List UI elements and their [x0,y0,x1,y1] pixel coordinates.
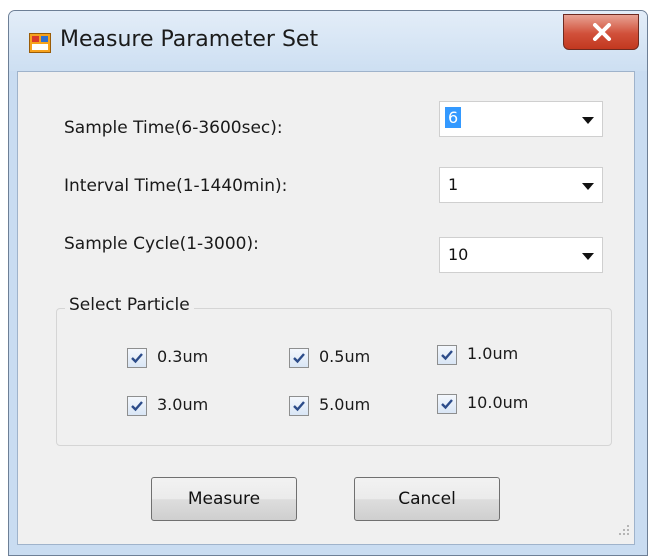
checkbox-label: 10.0um [467,393,529,412]
checkbox-label: 3.0um [157,395,209,414]
checkbox-label: 1.0um [467,344,519,363]
window-title: Measure Parameter Set [60,27,319,52]
sample-cycle-combo[interactable]: 10 [439,237,603,273]
group-title: Select Particle [65,295,194,315]
checkmark-icon [131,353,143,364]
checkbox-box[interactable] [437,394,457,414]
checkbox-label: 0.5um [319,347,371,366]
sample-cycle-label: Sample Cycle(1-3000): [64,234,259,254]
checkbox-box[interactable] [289,396,309,416]
sample-time-value: 6 [445,107,462,128]
checkbox-label: 0.3um [157,347,209,366]
checkbox-box[interactable] [127,348,147,368]
checkbox-box[interactable] [127,396,147,416]
dropdown-arrow-icon[interactable] [582,253,594,260]
title-bar[interactable]: Measure Parameter Set [9,11,647,71]
sample-time-label: Sample Time(6-3600sec): [64,118,283,138]
dialog-client-area: Sample Time(6-3600sec): 6 Interval Time(… [17,71,635,545]
select-particle-group [56,308,612,446]
measure-parameter-dialog: Measure Parameter Set Sample Time(6-3600… [8,10,648,556]
cancel-button[interactable]: Cancel [354,477,500,521]
dropdown-arrow-icon[interactable] [582,183,594,190]
dropdown-arrow-icon[interactable] [582,117,594,124]
checkmark-icon [441,399,453,410]
checkbox-box[interactable] [289,348,309,368]
sample-time-combo[interactable]: 6 [439,101,603,137]
checkmark-icon [131,401,143,412]
checkbox-label: 5.0um [319,395,371,414]
interval-time-value: 1 [448,175,459,194]
resize-grip-icon[interactable] [618,521,630,540]
interval-time-combo[interactable]: 1 [439,167,603,203]
close-button[interactable] [563,14,639,50]
close-x-icon [593,23,611,41]
checkmark-icon [293,401,305,412]
checkbox-box[interactable] [437,345,457,365]
form-icon [29,33,51,53]
sample-cycle-value: 10 [448,245,469,264]
measure-button[interactable]: Measure [151,477,297,521]
checkmark-icon [441,350,453,361]
checkmark-icon [293,353,305,364]
interval-time-label: Interval Time(1-1440min): [64,176,288,196]
